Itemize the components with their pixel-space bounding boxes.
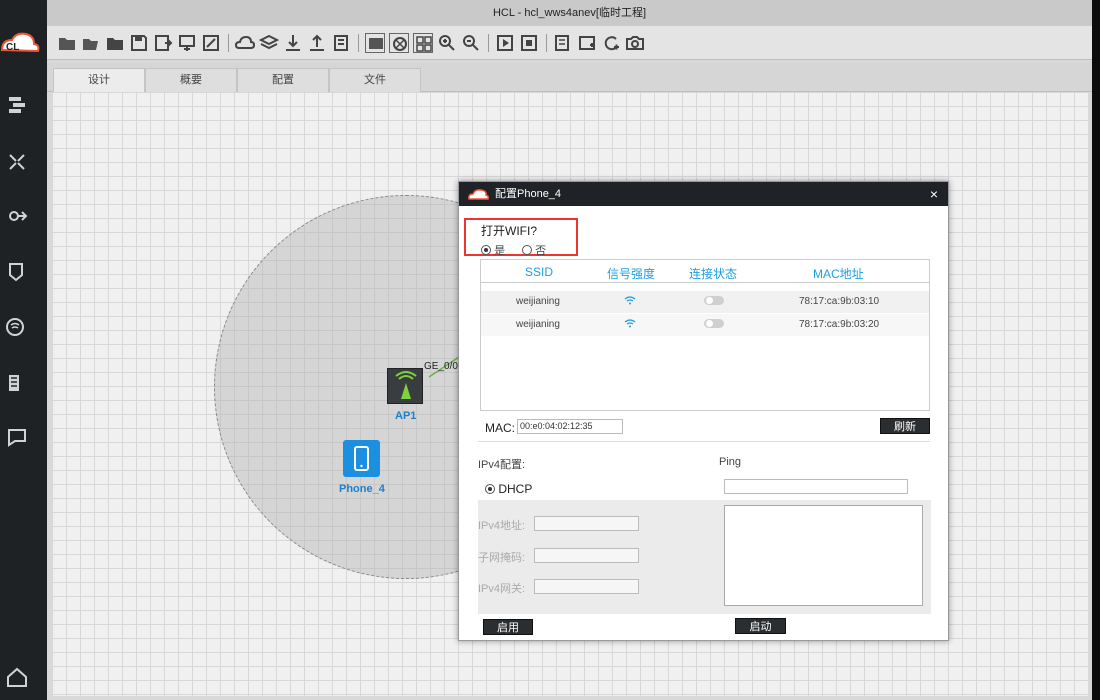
- window-title: HCL - hcl_wws4anev[临时工程]: [47, 0, 1092, 26]
- gateway-label: IPv4网关:: [478, 583, 526, 595]
- row-ssid: weijianing: [516, 319, 560, 330]
- row-ssid: weijianing: [516, 296, 560, 307]
- ipv4-section-label: IPv4配置:: [478, 459, 526, 471]
- ping-start-button[interactable]: 启动: [735, 618, 786, 634]
- screen-edge: [1092, 0, 1100, 700]
- ping-label: Ping: [719, 456, 742, 468]
- column-ssid: SSID: [525, 265, 554, 279]
- table-row[interactable]: weijianing 78:17:ca:9b:03:20: [481, 314, 929, 336]
- router-device-icon[interactable]: [6, 151, 28, 173]
- ping-output-area[interactable]: [724, 505, 923, 606]
- divider: [478, 441, 930, 442]
- zoom-out-icon[interactable]: [461, 33, 481, 53]
- security-device-icon[interactable]: [6, 261, 28, 283]
- wifi-yes-option[interactable]: 是: [481, 242, 505, 258]
- tab-design[interactable]: 设计: [53, 68, 145, 92]
- table-header: SSID 信号强度 连接状态 MAC地址: [481, 260, 929, 283]
- toolbar: [47, 26, 1092, 60]
- mac-field[interactable]: 00:e0:04:02:12:35: [517, 419, 623, 434]
- column-status: 连接状态: [689, 267, 738, 281]
- row-mac: 78:17:ca:9b:03:20: [799, 319, 880, 330]
- layers-icon[interactable]: [258, 33, 280, 53]
- ipv4-address-label: IPv4地址:: [478, 520, 526, 532]
- view-tabs: 设计 概要 配置 文件: [47, 62, 1092, 92]
- list-icon[interactable]: [331, 33, 351, 53]
- cloud-icon[interactable]: [234, 33, 256, 53]
- dhcp-label: DHCP: [498, 482, 533, 496]
- cloud-logo-icon: [468, 189, 489, 200]
- column-mac: MAC地址: [813, 267, 864, 281]
- stop-icon[interactable]: [519, 33, 539, 53]
- table-row[interactable]: weijianing 78:17:ca:9b:03:10: [481, 291, 929, 313]
- wireless-device-icon[interactable]: [6, 316, 28, 338]
- row-mac: 78:17:ca:9b:03:10: [799, 296, 880, 307]
- wifi-no-label: 否: [535, 245, 547, 257]
- zoom-in-icon[interactable]: [437, 33, 457, 53]
- dhcp-radio[interactable]: [485, 484, 495, 494]
- device-sidebar: CL: [0, 0, 47, 700]
- wifi-network-table: SSID 信号强度 连接状态 MAC地址 weijianing 78:17:ca…: [480, 259, 930, 411]
- refresh-add-icon[interactable]: [601, 33, 621, 53]
- open-folder-icon[interactable]: [105, 33, 125, 53]
- wifi-signal-icon: [624, 318, 636, 331]
- apply-button[interactable]: 启用: [483, 619, 533, 635]
- play-icon[interactable]: [495, 33, 515, 53]
- add-window-icon[interactable]: [577, 33, 597, 53]
- server-device-icon[interactable]: [6, 205, 28, 227]
- network-icon[interactable]: [389, 33, 409, 53]
- dhcp-option[interactable]: DHCP: [485, 482, 532, 496]
- save-as-icon[interactable]: [153, 33, 173, 53]
- rack-device-icon[interactable]: [6, 372, 28, 394]
- tab-config[interactable]: 配置: [237, 68, 329, 92]
- link-port-label: GE_0/0: [424, 361, 458, 372]
- subnet-mask-label: 子网掩码:: [478, 552, 526, 564]
- column-signal: 信号强度: [607, 267, 656, 281]
- connection-toggle[interactable]: [704, 319, 724, 328]
- mac-label: MAC:: [485, 421, 515, 435]
- wifi-question: 打开WIFI?: [481, 224, 537, 238]
- tab-summary[interactable]: 概要: [145, 68, 237, 92]
- edit-icon[interactable]: [201, 33, 221, 53]
- download-icon[interactable]: [283, 33, 303, 53]
- wifi-no-option[interactable]: 否: [522, 242, 546, 258]
- config-phone-dialog: 配置Phone_4 × 打开WIFI? 是 否 SSID 信号强度 连接状态 M…: [458, 181, 949, 641]
- dialog-title: 配置Phone_4: [495, 188, 562, 200]
- close-icon[interactable]: ×: [930, 182, 938, 206]
- ipv4-address-input[interactable]: [534, 516, 639, 531]
- new-project-icon[interactable]: [57, 33, 77, 53]
- hcl-logo: CL: [0, 28, 40, 58]
- ap-label: AP1: [395, 410, 417, 422]
- toolbar-separator: [358, 34, 359, 52]
- phone-device-icon[interactable]: [343, 440, 380, 477]
- capture-icon[interactable]: [365, 33, 385, 53]
- dialog-titlebar: 配置Phone_4 ×: [459, 182, 948, 206]
- wifi-no-radio[interactable]: [522, 245, 532, 255]
- export-icon[interactable]: [177, 33, 197, 53]
- wifi-yes-label: 是: [494, 245, 506, 257]
- phone-label: Phone_4: [339, 483, 385, 495]
- ap-device-icon[interactable]: [387, 368, 423, 404]
- grid-icon[interactable]: [413, 33, 433, 53]
- terminal-device-icon[interactable]: [6, 426, 28, 448]
- wifi-signal-icon: [624, 295, 636, 308]
- refresh-button[interactable]: 刷新: [880, 418, 930, 434]
- tab-files[interactable]: 文件: [329, 68, 421, 92]
- camera-icon[interactable]: [625, 33, 645, 53]
- home-icon[interactable]: [6, 666, 28, 688]
- subnet-mask-input[interactable]: [534, 548, 639, 563]
- save-icon[interactable]: [129, 33, 149, 53]
- upload-icon[interactable]: [307, 33, 327, 53]
- toolbar-separator: [546, 34, 547, 52]
- ip-config-area: IPv4地址: 子网掩码: IPv4网关:: [478, 500, 931, 614]
- wifi-yes-radio[interactable]: [481, 245, 491, 255]
- logo-text: CL: [6, 42, 19, 53]
- ping-target-input[interactable]: [724, 479, 908, 494]
- switch-device-icon[interactable]: [6, 93, 28, 115]
- toolbar-separator: [488, 34, 489, 52]
- log-icon[interactable]: [553, 33, 573, 53]
- open-project-icon[interactable]: [81, 33, 101, 53]
- gateway-input[interactable]: [534, 579, 639, 594]
- toolbar-separator: [228, 34, 229, 52]
- connection-toggle[interactable]: [704, 296, 724, 305]
